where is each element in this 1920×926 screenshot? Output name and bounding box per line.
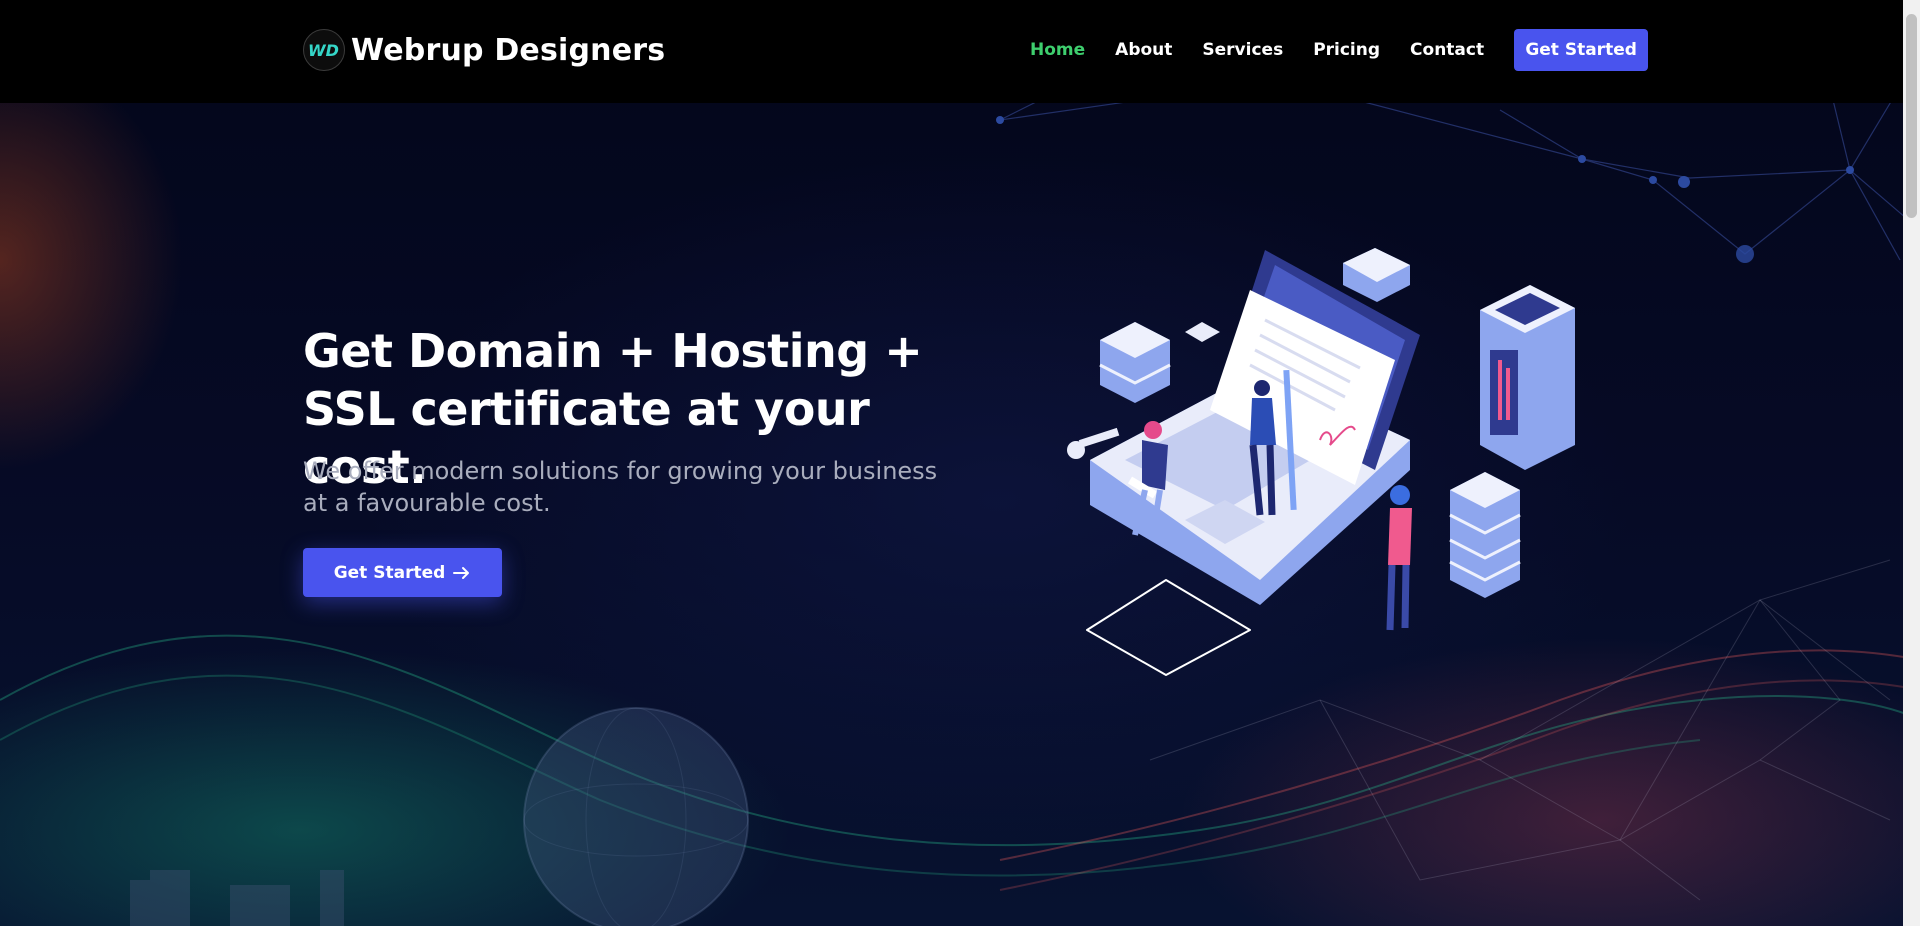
arrow-right-icon [453,566,471,580]
page: WD Webrup Designers Home About Services … [0,0,1920,926]
hero-get-started-button[interactable]: Get Started [303,548,502,597]
main-nav: Home About Services Pricing Contact Get … [1030,29,1649,71]
header-get-started-button[interactable]: Get Started [1514,29,1649,71]
background-network-graphic [0,39,1920,926]
brand-logo[interactable]: WD Webrup Designers [303,29,665,71]
globe-graphic [523,707,749,926]
svg-text:WD: WD [308,41,339,60]
brand-name: Webrup Designers [351,32,666,68]
scrollbar-thumb[interactable] [1906,14,1917,218]
page-scrollbar[interactable] [1903,0,1920,926]
hero-cta-label: Get Started [333,562,446,583]
hero-subtitle: We offer modern solutions for growing yo… [303,457,938,517]
nav-item-about[interactable]: About [1115,40,1172,60]
nav-item-pricing[interactable]: Pricing [1313,40,1380,60]
nav-item-contact[interactable]: Contact [1410,40,1484,60]
hero-illustration [1067,248,1575,676]
logo-badge-icon: WD [303,29,345,71]
site-header: WD Webrup Designers Home About Services … [0,0,1920,103]
nav-item-home[interactable]: Home [1030,40,1085,60]
nav-item-services[interactable]: Services [1202,40,1283,60]
